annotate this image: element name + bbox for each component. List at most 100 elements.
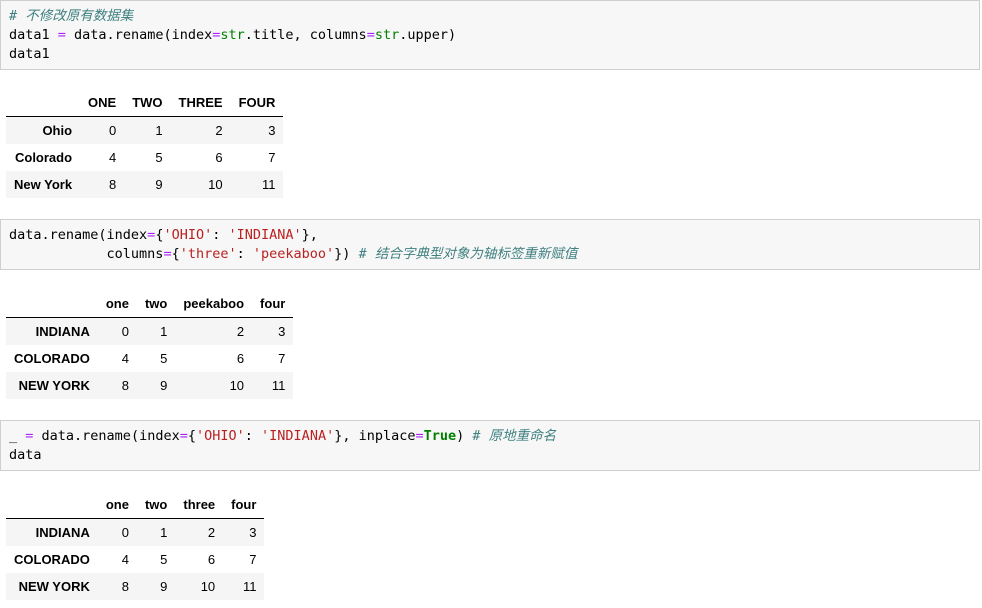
code-token: 'INDIANA' — [228, 227, 302, 243]
table-cell: 2 — [207, 525, 216, 540]
table-cell: 3 — [249, 525, 257, 540]
column-header: three — [175, 491, 224, 519]
code-token: data.rename(index — [33, 428, 180, 444]
code-token: 'OHIO' — [163, 227, 213, 243]
code-token: data.rename(index — [65, 27, 213, 43]
table-row: NEW YORK 8 9 10 11 — [6, 372, 294, 399]
code-token: data1 — [9, 46, 50, 62]
table-cell: 8 — [121, 378, 129, 393]
code-token: str — [374, 27, 400, 43]
table-cell: 9 — [160, 378, 168, 393]
table-row: COLORADO 4 5 6 7 — [6, 546, 265, 573]
table-row: Colorado 4 5 6 7 — [6, 144, 284, 171]
table-cell: 2 — [215, 123, 223, 138]
column-header: one — [97, 491, 137, 519]
row-index: Ohio — [42, 123, 73, 138]
table-cell: 10 — [229, 378, 245, 393]
table-row: NEW YORK 8 9 10 11 — [6, 573, 265, 600]
table-cell: 9 — [155, 177, 163, 192]
dataframe-output-2: one two peekaboo four INDIANA 0 1 2 3 COLORADO 4 5 6… — [6, 290, 294, 399]
table-cell: 8 — [108, 177, 117, 192]
index-corner — [6, 491, 98, 519]
code-line: data — [9, 446, 971, 465]
code-cell-2[interactable]: data.rename(index={'OHIO': 'INDIANA'}, c… — [0, 219, 980, 270]
code-token: .title, columns — [244, 27, 367, 43]
code-token: data1 — [9, 27, 58, 43]
code-token: columns — [9, 246, 164, 262]
table-cell: 5 — [160, 351, 168, 366]
table-cell: 11 — [242, 579, 257, 594]
column-header: two — [136, 491, 176, 519]
code-comment: # 原地重命名 — [472, 428, 557, 444]
code-token: = — [57, 27, 66, 43]
code-line: # 不修改原有数据集 — [9, 7, 971, 26]
code-token: }, inplace — [334, 428, 416, 444]
row-index: New York — [14, 177, 73, 192]
table-cell: 7 — [249, 552, 257, 567]
code-token: .upper) — [399, 27, 457, 43]
dataframe-output-1: ONE TWO THREE FOUR Ohio 0 1 2 3 Colorado 4 5 6 7 New Y… — [6, 89, 284, 198]
code-token: }) — [334, 246, 359, 262]
table-cell: 4 — [108, 150, 117, 165]
code-line: columns={'three': 'peekaboo'}) # 结合字典型对象… — [9, 245, 971, 264]
code-token: = — [179, 428, 188, 444]
code-token: { — [187, 428, 196, 444]
table-cell: 7 — [268, 150, 276, 165]
code-token: 'peekaboo' — [252, 246, 335, 262]
code-line: data.rename(index={'OHIO': 'INDIANA'}, — [9, 226, 971, 245]
code-comment: # 结合字典型对象为轴标签重新赋值 — [358, 246, 578, 262]
table-cell: 6 — [215, 150, 223, 165]
index-corner — [6, 89, 81, 117]
code-token: str — [220, 27, 245, 43]
code-cell-3[interactable]: _ = data.rename(index={'OHIO': 'INDIANA'… — [0, 420, 980, 471]
table-cell: 3 — [268, 123, 276, 138]
table-cell: 11 — [261, 177, 276, 192]
code-token: = — [163, 246, 172, 262]
table-row: Ohio 0 1 2 3 — [6, 116, 284, 144]
table-cell: 10 — [208, 177, 223, 192]
row-index: COLORADO — [14, 351, 90, 366]
row-index: Colorado — [14, 150, 73, 165]
column-header: ONE — [80, 89, 125, 117]
table-cell: 1 — [160, 525, 168, 540]
table-cell: 5 — [160, 552, 168, 567]
table-row: INDIANA 0 1 2 3 — [6, 317, 294, 345]
code-token: data — [9, 447, 42, 463]
code-line: data1 = data.rename(index=str.title, col… — [9, 26, 971, 45]
code-token: _ — [9, 428, 26, 444]
table-cell: 0 — [121, 525, 129, 540]
column-header: two — [136, 290, 176, 318]
row-index: INDIANA — [35, 525, 90, 540]
code-cell-1[interactable]: # 不修改原有数据集 data1 = data.rename(index=str.… — [0, 0, 980, 70]
code-token: }, — [301, 227, 318, 243]
table-cell: 10 — [200, 579, 216, 594]
code-token: { — [171, 246, 180, 262]
index-corner — [6, 290, 98, 318]
code-token: 'three' — [179, 246, 237, 262]
row-index: INDIANA — [35, 324, 90, 339]
code-token: 'INDIANA' — [261, 428, 335, 444]
table-cell: 8 — [121, 579, 129, 594]
code-token: : — [236, 246, 253, 262]
table-cell: 6 — [236, 351, 245, 366]
table-row: New York 8 9 10 11 — [6, 171, 284, 198]
table-row: INDIANA 0 1 2 3 — [6, 518, 265, 546]
table-cell: 2 — [236, 324, 245, 339]
code-token: : — [212, 227, 229, 243]
code-token: = — [366, 27, 375, 43]
table-cell: 6 — [207, 552, 216, 567]
table-cell: 0 — [121, 324, 129, 339]
row-index: NEW YORK — [18, 378, 90, 393]
row-index: NEW YORK — [18, 579, 90, 594]
column-header: TWO — [124, 89, 171, 117]
column-header: one — [97, 290, 137, 318]
table-cell: 4 — [121, 351, 129, 366]
column-header: four — [252, 290, 294, 318]
column-header: FOUR — [230, 89, 284, 117]
table-cell: 9 — [160, 579, 168, 594]
code-token: : — [244, 428, 262, 444]
code-line: data1 — [9, 45, 971, 64]
row-index: COLORADO — [14, 552, 90, 567]
table-row: COLORADO 4 5 6 7 — [6, 345, 294, 372]
code-token: ) — [456, 428, 473, 444]
